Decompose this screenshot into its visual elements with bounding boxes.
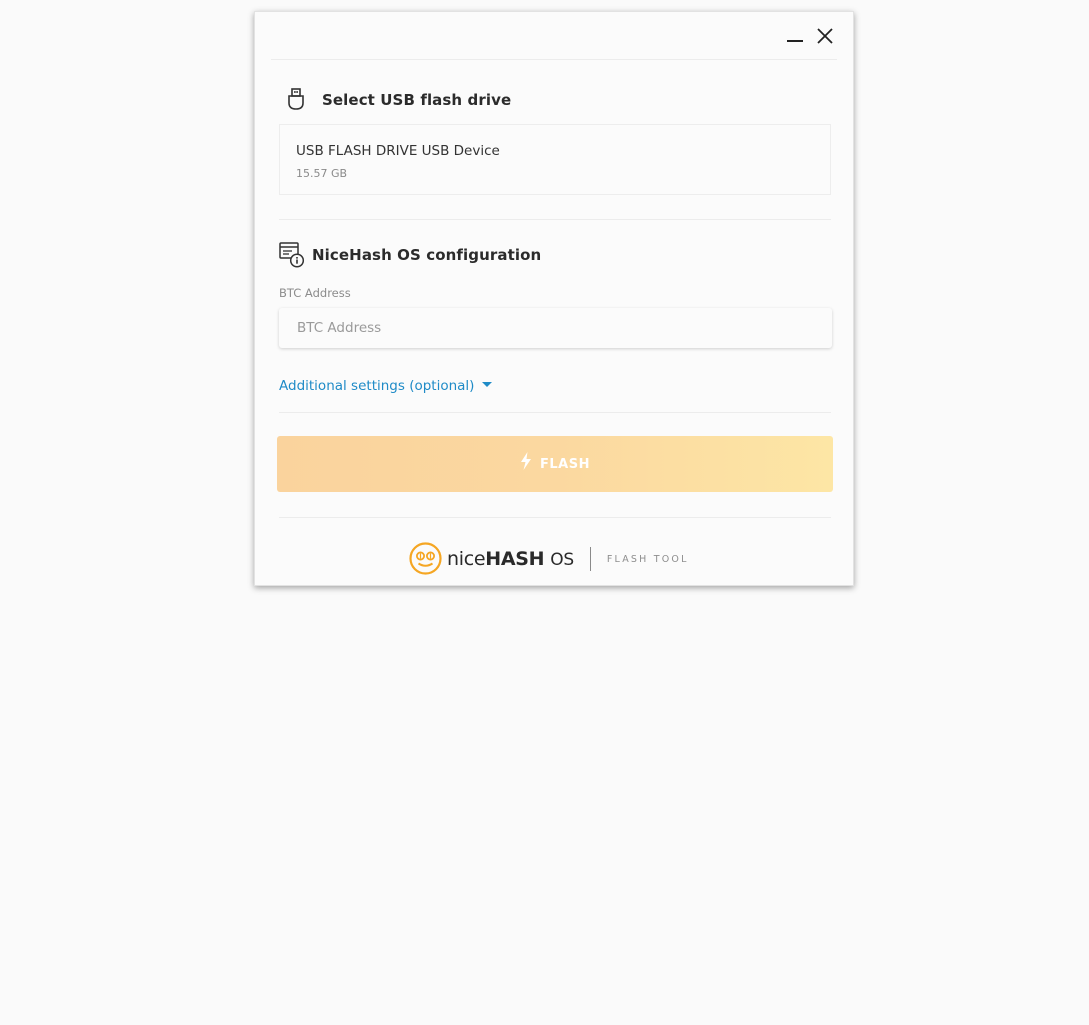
additional-settings-label: Additional settings (optional)	[279, 378, 475, 394]
nicehash-logo: niceHASH OS FLASH TOOL	[409, 542, 689, 575]
flash-tool-window: Select USB flash drive USB FLASH DRIVE U…	[254, 11, 854, 586]
brand-name: niceHASH OS	[447, 547, 574, 570]
lightning-bolt-icon	[521, 452, 532, 470]
flash-tool-label: FLASH TOOL	[606, 554, 689, 565]
caret-down-icon	[482, 382, 493, 387]
minimize-button[interactable]	[783, 24, 807, 48]
drive-size: 15.57 GB	[296, 167, 348, 180]
usb-section-header: Select USB flash drive	[286, 88, 511, 112]
section-divider	[279, 412, 831, 413]
nicehash-face-icon	[409, 542, 442, 575]
close-button[interactable]	[813, 24, 837, 48]
usb-section-title: Select USB flash drive	[322, 91, 512, 109]
close-icon	[817, 28, 833, 44]
minimize-icon	[787, 40, 803, 42]
btc-address-input[interactable]	[279, 308, 832, 348]
flash-button-label: FLASH	[540, 456, 590, 472]
footer-divider	[279, 517, 831, 518]
config-section-title: NiceHash OS configuration	[312, 246, 542, 264]
brand-separator	[589, 546, 591, 571]
usb-icon	[288, 88, 304, 110]
flash-button[interactable]: FLASH	[277, 436, 833, 492]
additional-settings-toggle[interactable]: Additional settings (optional)	[279, 378, 493, 394]
config-info-icon	[279, 242, 305, 268]
config-section-header: NiceHash OS configuration	[279, 242, 541, 268]
title-bar	[271, 12, 837, 60]
section-divider	[279, 219, 831, 220]
drive-name: USB FLASH DRIVE USB Device	[296, 143, 500, 159]
usb-drive-card[interactable]: USB FLASH DRIVE USB Device 15.57 GB	[279, 124, 831, 195]
footer: niceHASH OS FLASH TOOL	[279, 528, 831, 588]
btc-address-label: BTC Address	[279, 286, 351, 300]
